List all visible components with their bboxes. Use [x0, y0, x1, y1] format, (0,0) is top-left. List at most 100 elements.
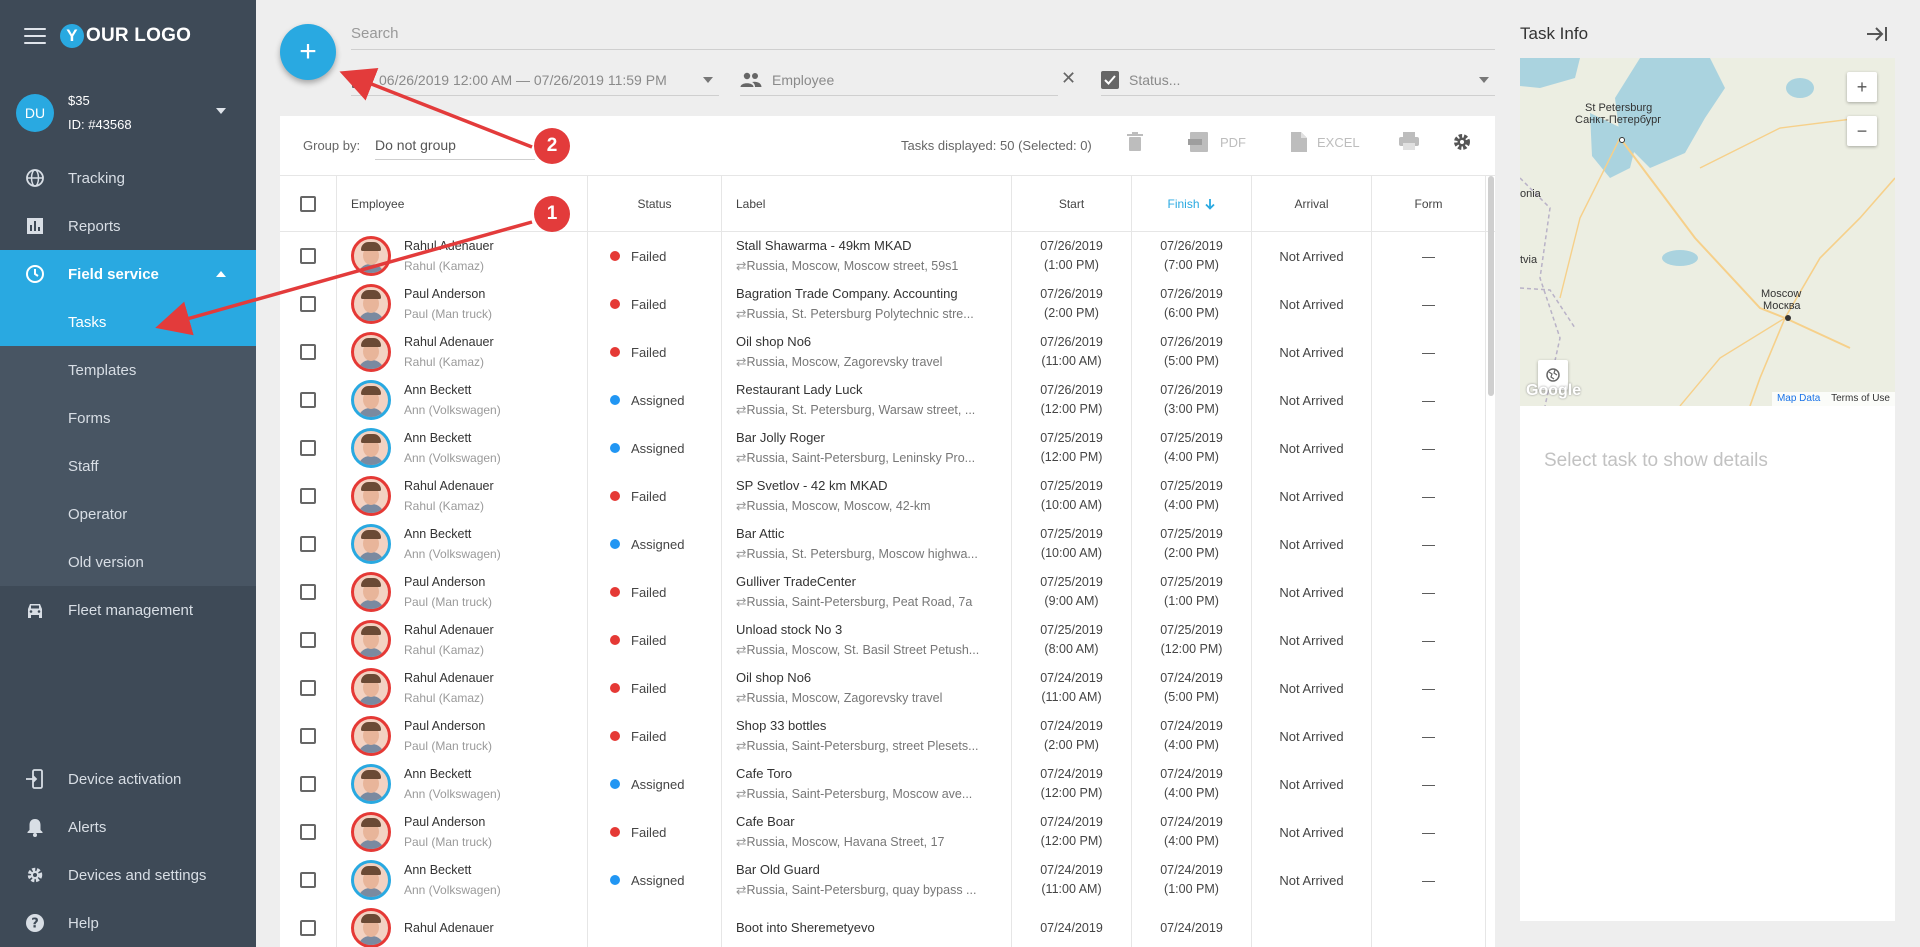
- column-header-start[interactable]: Start: [1012, 176, 1132, 231]
- collapse-panel-icon[interactable]: [1866, 26, 1888, 47]
- row-checkbox[interactable]: [300, 632, 316, 648]
- employee-name: Ann Beckett: [404, 527, 472, 541]
- nav-label: Alerts: [68, 818, 107, 836]
- nav-item-tracking[interactable]: Tracking: [0, 154, 256, 202]
- arrival-cell: [1252, 904, 1372, 947]
- status-cell: Failed: [588, 472, 722, 520]
- column-header-finish-label: Finish: [1167, 196, 1200, 211]
- nav-item-alerts[interactable]: Alerts: [0, 803, 256, 851]
- employee-vehicle: Ann (Volkswagen): [404, 787, 501, 801]
- row-checkbox[interactable]: [300, 776, 316, 792]
- table-row[interactable]: Paul Anderson Paul (Man truck) Failed Gu…: [280, 568, 1495, 616]
- table-row[interactable]: Ann Beckett Ann (Volkswagen) Assigned Ba…: [280, 856, 1495, 904]
- subnav-item-operator[interactable]: Operator: [0, 490, 256, 538]
- start-date: 07/26/2019: [1040, 239, 1103, 253]
- start-cell: 07/24/2019 (12:00 PM): [1012, 760, 1132, 808]
- nav-item-help[interactable]: ? Help: [0, 899, 256, 947]
- column-header-finish[interactable]: Finish: [1132, 176, 1252, 231]
- employee-cell: Rahul Adenauer Rahul (Kamaz): [337, 616, 588, 664]
- table-row[interactable]: Rahul Adenauer Rahul (Kamaz) Failed SP S…: [280, 472, 1495, 520]
- start-date: 07/25/2019: [1040, 623, 1103, 637]
- nav-item-reports[interactable]: Reports: [0, 202, 256, 250]
- map-terms-link[interactable]: Terms of Use: [1831, 393, 1890, 404]
- row-checkbox[interactable]: [300, 872, 316, 888]
- map-data-link[interactable]: Map Data: [1777, 393, 1820, 404]
- export-pdf-button[interactable]: PDF: [1188, 132, 1246, 152]
- hamburger-menu-icon[interactable]: [24, 28, 46, 44]
- user-account[interactable]: DU $35 ID: #43568: [0, 72, 256, 154]
- subnav-item-forms[interactable]: Forms: [0, 394, 256, 442]
- row-checkbox[interactable]: [300, 248, 316, 264]
- status-filter[interactable]: Status...: [1101, 64, 1495, 96]
- subnav-item-old-version[interactable]: Old version: [0, 538, 256, 586]
- task-title: Cafe Boar: [736, 814, 795, 829]
- clear-filter-icon[interactable]: ✕: [1061, 68, 1076, 89]
- table-row[interactable]: Rahul Adenauer Boot into Sheremetyevo ⇄ …: [280, 904, 1495, 947]
- gear-icon: [24, 864, 46, 886]
- row-checkbox[interactable]: [300, 680, 316, 696]
- add-task-button[interactable]: +: [280, 24, 336, 80]
- employee-filter[interactable]: Employee: [740, 64, 1058, 96]
- table-row[interactable]: Rahul Adenauer Rahul (Kamaz) Failed Oil …: [280, 328, 1495, 376]
- map[interactable]: St Petersburg Санкт-Петербург onia tvia …: [1520, 58, 1895, 406]
- table-row[interactable]: Ann Beckett Ann (Volkswagen) Assigned Ca…: [280, 760, 1495, 808]
- row-checkbox[interactable]: [300, 536, 316, 552]
- nav-item-device-activation[interactable]: Device activation: [0, 755, 256, 803]
- print-button[interactable]: [1399, 132, 1419, 150]
- subnav-item-templates[interactable]: Templates: [0, 346, 256, 394]
- select-all-checkbox[interactable]: [300, 195, 316, 212]
- export-excel-button[interactable]: EXCEL: [1291, 132, 1360, 152]
- map-canvas: [1520, 58, 1895, 406]
- chevron-down-icon[interactable]: [216, 108, 226, 114]
- group-by-select[interactable]: Do not group: [375, 130, 535, 160]
- table-row[interactable]: Paul Anderson Paul (Man truck) Failed Ca…: [280, 808, 1495, 856]
- logo[interactable]: Y OUR LOGO: [60, 24, 191, 48]
- date-range-filter[interactable]: 06/26/2019 12:00 AM — 07/26/2019 11:59 P…: [351, 64, 719, 96]
- row-checkbox[interactable]: [300, 824, 316, 840]
- table-row[interactable]: Rahul Adenauer Rahul (Kamaz) Failed Oil …: [280, 664, 1495, 712]
- row-checkbox[interactable]: [300, 728, 316, 744]
- status-cell: Assigned: [588, 520, 722, 568]
- nav-label: Tracking: [68, 169, 125, 187]
- table-row[interactable]: Rahul Adenauer Rahul (Kamaz) Failed Stal…: [280, 232, 1495, 280]
- table-row[interactable]: Ann Beckett Ann (Volkswagen) Assigned Re…: [280, 376, 1495, 424]
- column-header-status[interactable]: Status: [588, 176, 722, 231]
- nav-item-fleet-management[interactable]: Fleet management: [0, 586, 256, 634]
- row-checkbox[interactable]: [300, 488, 316, 504]
- delete-button[interactable]: [1127, 132, 1143, 152]
- table-settings-button[interactable]: [1451, 131, 1473, 153]
- status-placeholder: Status...: [1129, 71, 1181, 88]
- task-title: Unload stock No 3: [736, 622, 843, 637]
- search-input[interactable]: [351, 18, 1495, 50]
- nav-item-field-service[interactable]: Field service: [0, 250, 256, 298]
- table-row[interactable]: Ann Beckett Ann (Volkswagen) Assigned Ba…: [280, 520, 1495, 568]
- map-zoom-in-button[interactable]: +: [1847, 72, 1877, 102]
- chevron-up-icon[interactable]: [216, 271, 226, 277]
- subnav-item-tasks[interactable]: Tasks: [0, 298, 256, 346]
- row-checkbox[interactable]: [300, 584, 316, 600]
- label-cell: Gulliver TradeCenter ⇄Russia, Saint-Pete…: [722, 568, 1012, 616]
- status-text: Assigned: [631, 776, 685, 792]
- row-checkbox[interactable]: [300, 296, 316, 312]
- table-scrollbar[interactable]: [1488, 176, 1494, 396]
- column-header-label[interactable]: Label: [722, 176, 1012, 231]
- column-header-form[interactable]: Form: [1372, 176, 1486, 231]
- task-title: Shop 33 bottles: [736, 718, 827, 733]
- table-row[interactable]: Paul Anderson Paul (Man truck) Failed Ba…: [280, 280, 1495, 328]
- column-header-arrival[interactable]: Arrival: [1252, 176, 1372, 231]
- table-row[interactable]: Ann Beckett Ann (Volkswagen) Assigned Ba…: [280, 424, 1495, 472]
- row-checkbox[interactable]: [300, 392, 316, 408]
- row-checkbox[interactable]: [300, 344, 316, 360]
- employee-cell: Ann Beckett Ann (Volkswagen): [337, 376, 588, 424]
- start-time: (2:00 PM): [1044, 306, 1099, 320]
- nav-item-devices-and-settings[interactable]: Devices and settings: [0, 851, 256, 899]
- status-cell: Assigned: [588, 856, 722, 904]
- subnav-item-staff[interactable]: Staff: [0, 442, 256, 490]
- table-row[interactable]: Paul Anderson Paul (Man truck) Failed Sh…: [280, 712, 1495, 760]
- table-row[interactable]: Rahul Adenauer Rahul (Kamaz) Failed Unlo…: [280, 616, 1495, 664]
- status-dot: [610, 635, 620, 645]
- arrival-text: Not Arrived: [1279, 440, 1344, 456]
- map-zoom-out-button[interactable]: −: [1847, 116, 1877, 146]
- row-checkbox[interactable]: [300, 440, 316, 456]
- row-checkbox[interactable]: [300, 920, 316, 936]
